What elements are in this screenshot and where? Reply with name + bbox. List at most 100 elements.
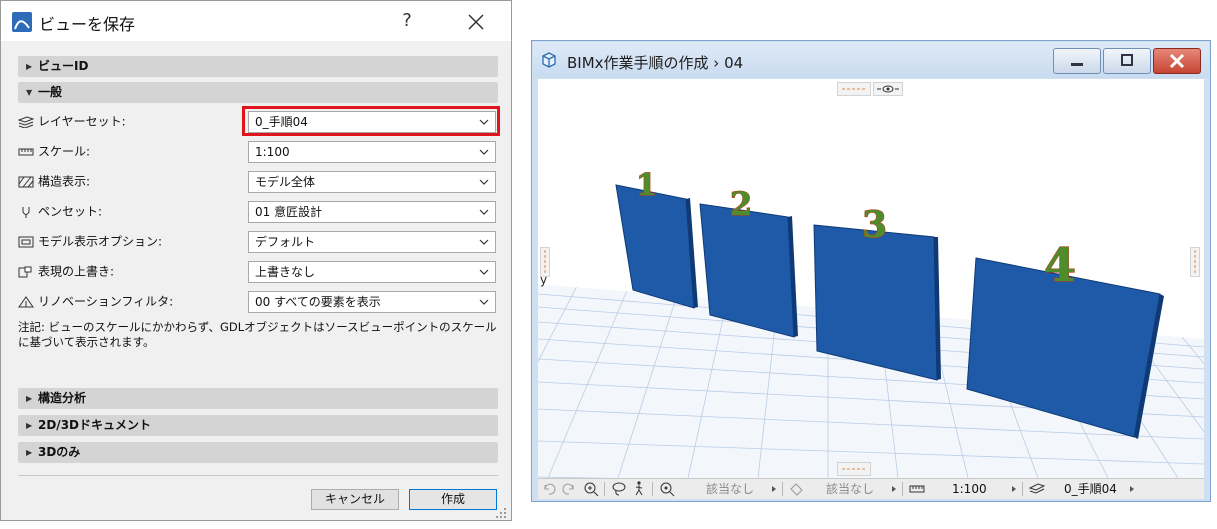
status-layer-set[interactable]: 0_手順04 bbox=[1064, 479, 1117, 499]
cancel-button[interactable]: キャンセル bbox=[311, 489, 399, 510]
panel-label-4: 4 bbox=[1044, 238, 1076, 292]
eye-icon bbox=[877, 85, 899, 93]
graphic-override-label: 表現の上書き: bbox=[18, 260, 114, 282]
chevron-down-icon bbox=[479, 179, 489, 185]
archicad-app-icon bbox=[12, 12, 32, 32]
separator bbox=[604, 482, 605, 496]
zoom-in-icon[interactable] bbox=[582, 479, 600, 499]
structure-display-select[interactable]: モデル全体 bbox=[248, 171, 496, 193]
section-label: 構造分析 bbox=[38, 391, 87, 405]
expand-triangle-icon: ▶ bbox=[26, 62, 33, 71]
divider bbox=[18, 475, 498, 476]
lasso-icon[interactable] bbox=[610, 479, 628, 499]
redo-icon[interactable] bbox=[560, 479, 578, 499]
layers-icon bbox=[18, 115, 34, 128]
help-button[interactable]: ? bbox=[395, 8, 419, 34]
layers-icon bbox=[1028, 483, 1046, 494]
section-label: ビューID bbox=[38, 59, 89, 73]
chevron-down-icon bbox=[479, 149, 489, 155]
left-edge-handle[interactable] bbox=[540, 247, 550, 277]
eye-view-toggle[interactable] bbox=[873, 82, 903, 96]
close-button[interactable] bbox=[1153, 48, 1201, 74]
window-titlebar: BIMx作業手順の作成 › 04 bbox=[533, 42, 1209, 78]
model-view-icon bbox=[18, 236, 34, 247]
section-2d3d-document[interactable]: ▶ 2D/3Dドキュメント bbox=[18, 415, 498, 436]
status-scale[interactable]: 1:100 bbox=[952, 479, 987, 499]
save-view-dialog: ビューを保存 ? ▶ ビューID ▼ 一般 レイヤーセット: 0_手順04 スケ… bbox=[0, 0, 512, 521]
resize-grip-icon[interactable] bbox=[495, 507, 507, 519]
right-edge-handle[interactable] bbox=[1190, 247, 1200, 277]
maximize-icon bbox=[1121, 54, 1133, 66]
minimize-button[interactable] bbox=[1053, 48, 1101, 74]
panel-label-3: 3 bbox=[862, 204, 887, 246]
pen-set-label: ペンセット: bbox=[18, 200, 102, 222]
expand-triangle-icon: ▶ bbox=[26, 448, 33, 457]
ruler-icon bbox=[18, 148, 34, 155]
dialog-titlebar: ビューを保存 ? bbox=[1, 1, 511, 41]
bottom-edge-handle[interactable] bbox=[837, 462, 871, 476]
model-display-options-label: モデル表示オプション: bbox=[18, 230, 162, 252]
panel-label-1: 1 bbox=[636, 168, 657, 203]
scale-note: 注記: ビューのスケールにかかわらず、GDLオブジェクトはソースビューポイントの… bbox=[18, 320, 497, 349]
graphic-override-select[interactable]: 上書きなし bbox=[248, 261, 496, 283]
horizon-toggle[interactable] bbox=[837, 82, 871, 96]
create-button[interactable]: 作成 bbox=[409, 489, 497, 510]
3d-scene: 1 2 3 4 y bbox=[538, 167, 1204, 478]
window-title: BIMx作業手順の作成 › 04 bbox=[567, 54, 744, 72]
chevron-down-icon bbox=[479, 269, 489, 275]
renovation-filter-select[interactable]: 00 すべての要素を表示 bbox=[248, 291, 496, 313]
model-display-options-select[interactable]: デフォルト bbox=[248, 231, 496, 253]
dialog-title: ビューを保存 bbox=[39, 15, 136, 34]
scale-label: スケール: bbox=[18, 140, 90, 162]
panel-label-2: 2 bbox=[730, 185, 752, 223]
renovation-filter-icon[interactable] bbox=[788, 479, 806, 499]
viewport-status-bar: 該当なし 該当なし 1:100 0_手順04 bbox=[538, 478, 1204, 499]
3d-viewport[interactable]: 1 2 3 4 y bbox=[538, 79, 1204, 478]
renovation-filter-label: リノベーションフィルタ: bbox=[18, 290, 173, 312]
separator bbox=[652, 482, 653, 496]
section-general[interactable]: ▼ 一般 bbox=[18, 82, 498, 103]
walk-icon[interactable] bbox=[630, 479, 648, 499]
section-structural-analysis[interactable]: ▶ 構造分析 bbox=[18, 388, 498, 409]
close-icon bbox=[1169, 53, 1185, 69]
status-not-applicable-1[interactable]: 該当なし bbox=[706, 479, 754, 499]
section-3d-only[interactable]: ▶ 3Dのみ bbox=[18, 442, 498, 463]
panel-1 bbox=[615, 184, 698, 309]
arrow-right-icon[interactable] bbox=[1128, 479, 1136, 499]
arrow-right-icon[interactable] bbox=[890, 479, 898, 499]
arrow-right-icon[interactable] bbox=[770, 479, 778, 499]
collapse-triangle-icon: ▼ bbox=[26, 88, 33, 97]
dashed-vertical-icon bbox=[544, 250, 546, 274]
separator bbox=[782, 482, 783, 496]
expand-triangle-icon: ▶ bbox=[26, 421, 33, 430]
3d-cube-icon bbox=[542, 52, 556, 68]
separator bbox=[902, 482, 903, 496]
chevron-down-icon bbox=[479, 299, 489, 305]
dashed-line-icon bbox=[842, 468, 866, 470]
section-label: 2D/3Dドキュメント bbox=[38, 418, 152, 432]
maximize-button[interactable] bbox=[1103, 48, 1151, 74]
status-not-applicable-2[interactable]: 該当なし bbox=[826, 479, 874, 499]
separator bbox=[1022, 482, 1023, 496]
navigator-icon[interactable] bbox=[658, 479, 676, 499]
chevron-down-icon bbox=[479, 239, 489, 245]
arrow-right-icon[interactable] bbox=[1010, 479, 1018, 499]
hatch-icon bbox=[18, 176, 34, 187]
section-view-id[interactable]: ▶ ビューID bbox=[18, 56, 498, 77]
structure-display-label: 構造表示: bbox=[18, 170, 90, 192]
dashed-line-icon bbox=[842, 88, 866, 90]
pen-set-select[interactable]: 01 意匠設計 bbox=[248, 201, 496, 223]
expand-triangle-icon: ▶ bbox=[26, 394, 33, 403]
chevron-down-icon bbox=[479, 209, 489, 215]
scale-select[interactable]: 1:100 bbox=[248, 141, 496, 163]
undo-icon[interactable] bbox=[540, 479, 558, 499]
override-icon bbox=[18, 266, 32, 277]
close-icon[interactable] bbox=[463, 9, 489, 35]
section-label: 3Dのみ bbox=[38, 445, 81, 459]
dashed-vertical-icon bbox=[1194, 250, 1196, 274]
pen-icon bbox=[22, 206, 30, 218]
3d-window: BIMx作業手順の作成 › 04 1 2 3 4 y 該当なし 該当なし 1:1… bbox=[531, 40, 1211, 502]
ruler-icon bbox=[909, 485, 925, 493]
section-label: 一般 bbox=[38, 85, 63, 99]
renovation-icon bbox=[18, 295, 34, 307]
